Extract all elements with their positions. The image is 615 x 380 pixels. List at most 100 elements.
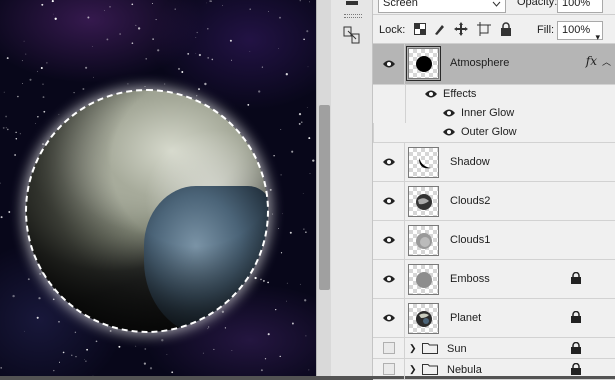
lock-transparent-pixels-icon[interactable] — [413, 22, 427, 36]
chevron-right-icon[interactable]: ❯ — [409, 343, 417, 354]
star — [43, 110, 46, 113]
star — [309, 1, 310, 3]
layer-thumbnail — [408, 303, 439, 334]
canvas-scrollbar[interactable] — [316, 0, 331, 376]
eye-icon — [382, 60, 395, 68]
fill-input[interactable]: 100% ▾ — [557, 21, 603, 42]
group-row-nebula[interactable]: ❯ Nebula — [373, 359, 615, 380]
group-row-sun[interactable]: ❯ Sun — [373, 338, 615, 359]
star — [95, 340, 98, 343]
visibility-toggle[interactable] — [373, 143, 405, 181]
visibility-toggle[interactable] — [373, 338, 405, 358]
fill-label: Fill: — [537, 24, 555, 36]
star — [24, 330, 25, 332]
blend-mode-select[interactable]: Screen — [378, 0, 506, 13]
star — [303, 38, 305, 41]
lock-image-pixels-icon[interactable] — [433, 22, 447, 36]
star — [93, 76, 94, 78]
lock-position-icon[interactable] — [454, 22, 468, 36]
lock-all-icon[interactable] — [499, 22, 513, 36]
star — [206, 2, 208, 4]
effect-label: Outer Glow — [461, 126, 517, 138]
layer-row-planet[interactable]: Planet — [373, 299, 615, 338]
lock-row: Lock: Fill: 100% ▾ — [373, 15, 615, 44]
star — [58, 321, 60, 323]
lock-artboard-icon[interactable] — [477, 22, 491, 36]
layer-row-atmosphere[interactable]: Atmosphere fx ︿ — [373, 44, 615, 85]
effects-header[interactable]: Effects — [405, 85, 615, 104]
star — [280, 174, 282, 176]
star — [308, 369, 310, 371]
panel-grip-icon[interactable] — [344, 14, 362, 18]
layer-name: Clouds2 — [450, 195, 491, 207]
star — [198, 53, 202, 57]
star — [209, 0, 211, 2]
layer-row-clouds1[interactable]: Clouds1 — [373, 221, 615, 260]
star — [87, 16, 90, 19]
layer-name: Shadow — [450, 156, 490, 168]
scrollbar-thumb[interactable] — [319, 105, 330, 290]
fx-icon[interactable]: fx — [586, 54, 597, 68]
star — [27, 278, 30, 281]
star — [273, 155, 275, 157]
star — [5, 127, 7, 129]
eye-icon[interactable] — [424, 89, 438, 102]
star — [309, 173, 311, 175]
document-canvas[interactable] — [0, 0, 316, 376]
visibility-toggle[interactable] — [373, 221, 405, 259]
properties-panel-icon[interactable] — [341, 24, 363, 46]
star — [62, 351, 65, 354]
selection-marquee — [25, 89, 269, 333]
eye-icon[interactable] — [442, 108, 456, 121]
lock-label: Lock: — [379, 24, 406, 36]
star — [0, 216, 3, 219]
star — [143, 362, 146, 365]
star — [302, 193, 304, 194]
eye-icon — [382, 197, 395, 205]
star — [52, 298, 55, 301]
visibility-toggle[interactable] — [373, 260, 405, 298]
visibility-toggle[interactable] — [373, 359, 405, 379]
star — [171, 371, 174, 374]
visibility-toggle[interactable] — [373, 44, 405, 84]
chevron-up-icon[interactable]: ︿ — [602, 55, 611, 68]
eye-icon — [382, 158, 395, 166]
opacity-input[interactable]: 100% — [557, 0, 603, 13]
hidden-visibility-box[interactable] — [382, 342, 395, 354]
star — [164, 83, 166, 85]
layer-row-clouds2[interactable]: Clouds2 — [373, 182, 615, 221]
eye-icon[interactable] — [442, 127, 456, 140]
star — [308, 137, 311, 140]
group-name: Sun — [447, 343, 467, 355]
star — [25, 53, 27, 55]
opacity-label: Opacity: — [517, 0, 558, 8]
star — [299, 283, 301, 285]
star — [258, 90, 261, 93]
eye-icon — [382, 236, 395, 244]
star — [106, 38, 109, 41]
star — [131, 42, 134, 45]
panel-icon-top[interactable] — [341, 0, 363, 14]
star — [285, 73, 288, 76]
visibility-toggle[interactable] — [373, 182, 405, 220]
effect-outer-glow[interactable]: Outer Glow — [373, 123, 615, 143]
effect-inner-glow[interactable]: Inner Glow — [405, 104, 615, 123]
star — [53, 369, 55, 372]
star — [271, 213, 274, 215]
star — [12, 294, 15, 298]
star — [104, 9, 105, 11]
layer-row-shadow[interactable]: Shadow — [373, 143, 615, 182]
star — [15, 138, 18, 140]
hidden-visibility-box[interactable] — [382, 363, 395, 375]
star — [174, 8, 176, 10]
star — [127, 83, 129, 85]
star — [19, 133, 21, 135]
chevron-right-icon[interactable]: ❯ — [409, 364, 417, 375]
layer-row-emboss[interactable]: Emboss — [373, 260, 615, 299]
star — [22, 82, 23, 84]
star — [222, 5, 224, 6]
visibility-toggle[interactable] — [373, 299, 405, 337]
star — [17, 95, 19, 98]
star — [85, 66, 88, 69]
star — [291, 322, 294, 325]
